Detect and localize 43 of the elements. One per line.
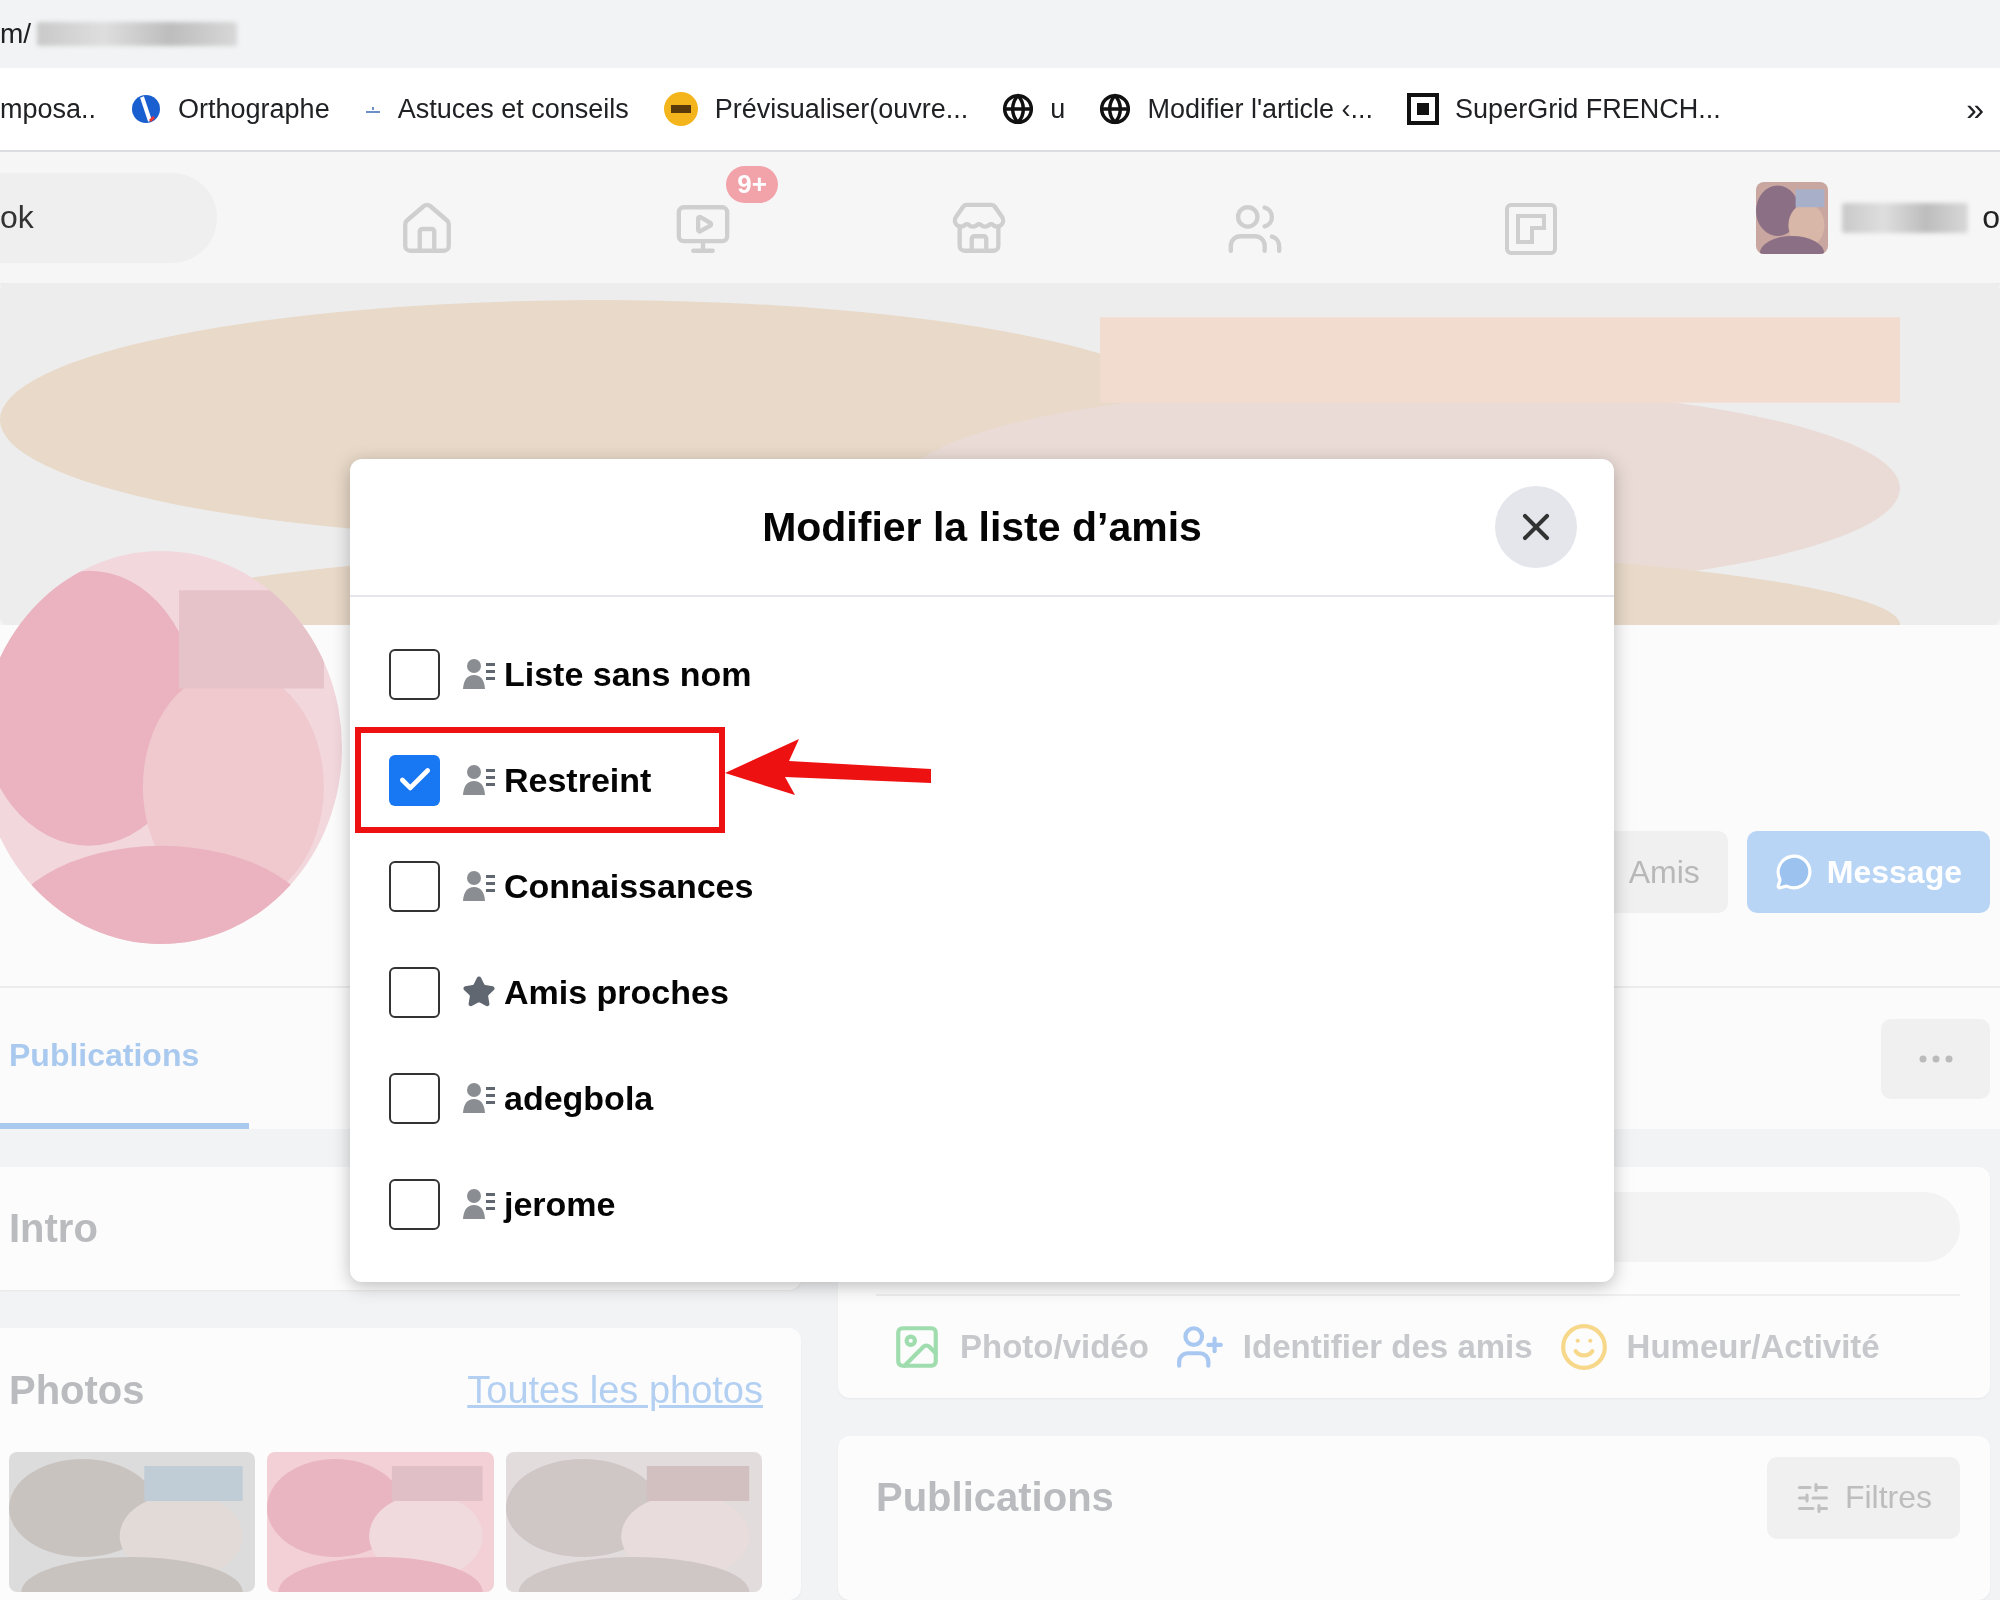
gaming-icon bbox=[1504, 201, 1558, 256]
square-logo-icon bbox=[1407, 93, 1440, 125]
star-icon bbox=[462, 975, 496, 1009]
list-name: Restreint bbox=[504, 760, 652, 800]
person-list-icon bbox=[462, 763, 496, 797]
badge-icon bbox=[662, 91, 699, 127]
bookmark[interactable]: SuperGrid FRENCH... bbox=[1407, 93, 1721, 125]
list-name: adegbola bbox=[504, 1078, 654, 1118]
more-icon bbox=[1918, 1054, 1953, 1063]
smiley-icon bbox=[1558, 1321, 1609, 1372]
bookmarks-overflow[interactable]: » bbox=[1966, 90, 1984, 128]
bookmark[interactable]: Orthographe bbox=[130, 93, 330, 125]
notification-badge: 9+ bbox=[726, 165, 778, 203]
search-field[interactable]: ok bbox=[0, 172, 217, 263]
bookmark[interactable]: mposa.. bbox=[0, 93, 97, 125]
checkbox[interactable] bbox=[389, 648, 440, 700]
person-list-icon bbox=[462, 1081, 496, 1115]
compass-icon bbox=[130, 93, 163, 125]
globe-icon bbox=[1099, 93, 1132, 125]
bookmark[interactable]: Prévisualiser(ouvre... bbox=[662, 91, 969, 127]
checkbox[interactable] bbox=[389, 966, 440, 1018]
checkbox[interactable] bbox=[389, 1072, 440, 1124]
card-title: Intro bbox=[9, 1206, 98, 1252]
list-name: Liste sans nom bbox=[504, 654, 752, 694]
bookmark[interactable]: Modifier l'article ‹... bbox=[1099, 93, 1374, 125]
dash-icon bbox=[363, 104, 382, 114]
person-list-icon bbox=[462, 657, 496, 691]
globe-icon bbox=[1002, 93, 1035, 125]
checkbox[interactable] bbox=[389, 1178, 440, 1230]
profile-name[interactable]: o bbox=[1982, 199, 2000, 236]
bookmark[interactable]: u bbox=[1002, 93, 1066, 125]
list-name: Connaissances bbox=[504, 866, 754, 906]
list-name: jerome bbox=[504, 1184, 616, 1224]
list-name: Amis proches bbox=[504, 972, 729, 1012]
card-title: Photos bbox=[9, 1367, 145, 1413]
address-text: m/ bbox=[0, 18, 32, 50]
person-list-icon bbox=[462, 1187, 496, 1221]
messenger-icon bbox=[1774, 853, 1813, 891]
checkbox[interactable] bbox=[389, 860, 440, 912]
person-list-icon bbox=[462, 869, 496, 903]
bookmark[interactable]: Astuces et conseils bbox=[363, 93, 629, 125]
checkbox[interactable] bbox=[389, 754, 440, 806]
card-title: Publications bbox=[876, 1475, 1114, 1521]
